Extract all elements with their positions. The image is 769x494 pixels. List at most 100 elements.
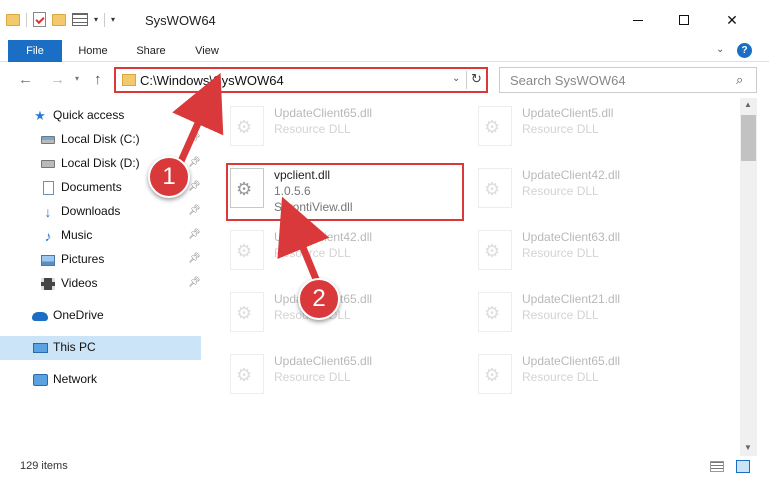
properties-icon[interactable]	[33, 12, 46, 27]
scroll-down-icon[interactable]: ▼	[744, 443, 752, 452]
sidebar-item-label: This PC	[53, 340, 96, 354]
recent-locations-icon[interactable]: ▾	[75, 74, 79, 83]
minimize-button[interactable]	[615, 0, 661, 40]
sidebar-item-downloads[interactable]: ↓ Downloads 📌︎	[0, 200, 201, 224]
folder-icon	[6, 13, 20, 26]
file-item[interactable]: ⚙ UpdateClient42.dll Resource DLL	[220, 222, 465, 278]
separator	[466, 71, 467, 89]
file-item[interactable]: ⚙ UpdateClient5.dll Resource DLL	[468, 98, 713, 154]
maximize-button[interactable]	[661, 0, 707, 40]
pictures-icon	[40, 253, 56, 267]
status-bar: 129 items	[0, 456, 769, 478]
new-folder-icon[interactable]	[52, 13, 66, 26]
chevron-down-icon[interactable]: ▾	[94, 15, 98, 24]
file-name: UpdateClient65.dll	[522, 354, 621, 368]
help-icon[interactable]: ?	[737, 43, 752, 58]
tab-share[interactable]: Share	[128, 40, 174, 62]
dll-file-icon: ⚙	[478, 168, 512, 208]
sidebar-item-network[interactable]: Network	[0, 368, 201, 392]
sidebar-item-music[interactable]: ♪ Music 📌︎	[0, 224, 201, 248]
file-item[interactable]: ⚙ UpdateClient65.dll Resource DLL	[468, 346, 713, 402]
refresh-icon[interactable]: ↻	[471, 71, 482, 87]
ribbon: File Home Share View ⌄ ?	[0, 40, 769, 62]
file-item[interactable]: ⚙ UpdateClient42.dll Resource DLL	[468, 160, 713, 216]
tab-home[interactable]: Home	[70, 40, 116, 62]
file-item[interactable]: ⚙ UpdateClient65.dll Resource DLL	[220, 284, 465, 340]
dll-file-icon: ⚙	[230, 230, 264, 270]
scrollbar-thumb[interactable]	[741, 115, 756, 161]
forward-button[interactable]: →	[50, 71, 65, 88]
folder-icon	[122, 74, 136, 86]
download-icon: ↓	[44, 204, 52, 220]
close-icon: ✕	[726, 11, 738, 28]
dll-file-icon: ⚙	[478, 354, 512, 394]
star-icon: ★	[34, 108, 46, 123]
document-icon	[40, 181, 56, 195]
file-item[interactable]: ⚙ UpdateClient65.dll Resource DLL	[220, 98, 465, 154]
dll-file-icon: ⚙	[478, 292, 512, 332]
file-type: Resource DLL	[274, 246, 351, 260]
view-options-icon[interactable]	[72, 13, 88, 26]
details-view-icon[interactable]	[710, 461, 724, 472]
disk-icon	[40, 157, 56, 171]
expand-ribbon-icon[interactable]: ⌄	[716, 44, 724, 55]
address-path[interactable]: C:\Windows\SysWOW64	[140, 73, 284, 88]
pin-icon[interactable]: 📌︎	[188, 277, 201, 288]
title-bar: ▾ ▾ SysWOW64 ✕	[0, 0, 769, 40]
sidebar-item-local-disk-c[interactable]: Local Disk (C:) 📌︎	[0, 128, 201, 152]
file-type: Resource DLL	[522, 184, 599, 198]
tab-view[interactable]: View	[186, 40, 228, 62]
sidebar-item-quick-access[interactable]: ★ Quick access	[0, 104, 201, 128]
sidebar-item-pictures[interactable]: Pictures 📌︎	[0, 248, 201, 272]
dll-file-icon: ⚙	[230, 106, 264, 146]
pin-icon[interactable]: 📌︎	[188, 133, 201, 144]
sidebar-item-videos[interactable]: Videos 📌︎	[0, 272, 201, 296]
scroll-up-icon[interactable]: ▲	[744, 100, 752, 109]
quick-access-toolbar: ▾ ▾	[6, 12, 115, 27]
large-icons-view-icon[interactable]	[736, 460, 750, 473]
search-input[interactable]: Search SysWOW64 ⌕	[499, 67, 757, 93]
maximize-icon	[679, 15, 689, 25]
search-icon[interactable]: ⌕	[736, 72, 743, 88]
address-bar[interactable]: C:\Windows\SysWOW64 ⌄ ↻	[114, 67, 488, 93]
pin-icon[interactable]: 📌︎	[188, 205, 201, 216]
minimize-icon	[633, 19, 643, 21]
sidebar-item-label: Downloads	[61, 204, 121, 218]
pin-icon[interactable]: 📌︎	[188, 181, 201, 192]
file-type: Resource DLL	[274, 122, 351, 136]
step-badge-1: 1	[148, 156, 190, 198]
sidebar-item-onedrive[interactable]: OneDrive	[0, 304, 201, 328]
computer-icon	[32, 341, 48, 355]
sidebar-item-label: Videos	[61, 276, 98, 290]
vertical-scrollbar[interactable]: ▲ ▼	[740, 98, 757, 456]
back-button[interactable]: ←	[18, 71, 33, 88]
step-badge-2: 2	[298, 278, 340, 320]
file-name: UpdateClient63.dll	[522, 230, 621, 244]
item-count: 129 items	[20, 460, 68, 472]
customize-qat-icon[interactable]: ▾	[111, 15, 115, 24]
separator	[26, 12, 27, 27]
pin-icon[interactable]: 📌︎	[188, 253, 201, 264]
pin-icon[interactable]: 📌︎	[188, 229, 201, 240]
file-name: UpdateClient42.dll	[274, 230, 373, 244]
file-type: Resource DLL	[522, 370, 599, 384]
file-item[interactable]: ⚙ UpdateClient21.dll Resource DLL	[468, 284, 713, 340]
close-button[interactable]: ✕	[709, 0, 755, 40]
file-type: Resource DLL	[274, 370, 351, 384]
up-button[interactable]: ↑	[94, 71, 102, 88]
file-list: ⚙ UpdateClient65.dll Resource DLL ⚙ Upda…	[210, 98, 740, 450]
file-item[interactable]: ⚙ UpdateClient63.dll Resource DLL	[468, 222, 713, 278]
pin-icon[interactable]: 📌︎	[188, 157, 201, 168]
separator	[104, 12, 106, 27]
address-dropdown-icon[interactable]: ⌄	[452, 73, 460, 84]
file-name: UpdateClient21.dll	[522, 292, 621, 306]
sidebar-item-label: Network	[53, 372, 98, 386]
file-item[interactable]: ⚙ UpdateClient65.dll Resource DLL	[220, 346, 465, 402]
disk-icon	[40, 133, 56, 147]
file-name: UpdateClient65.dll	[274, 106, 373, 120]
tab-file[interactable]: File	[8, 40, 62, 62]
sidebar-item-this-pc[interactable]: This PC	[0, 336, 201, 360]
navigation-pane: ★ Quick access Local Disk (C:) 📌︎ Local …	[0, 98, 210, 450]
sidebar-item-label: Documents	[61, 180, 122, 194]
sidebar-item-label: Music	[61, 228, 93, 242]
